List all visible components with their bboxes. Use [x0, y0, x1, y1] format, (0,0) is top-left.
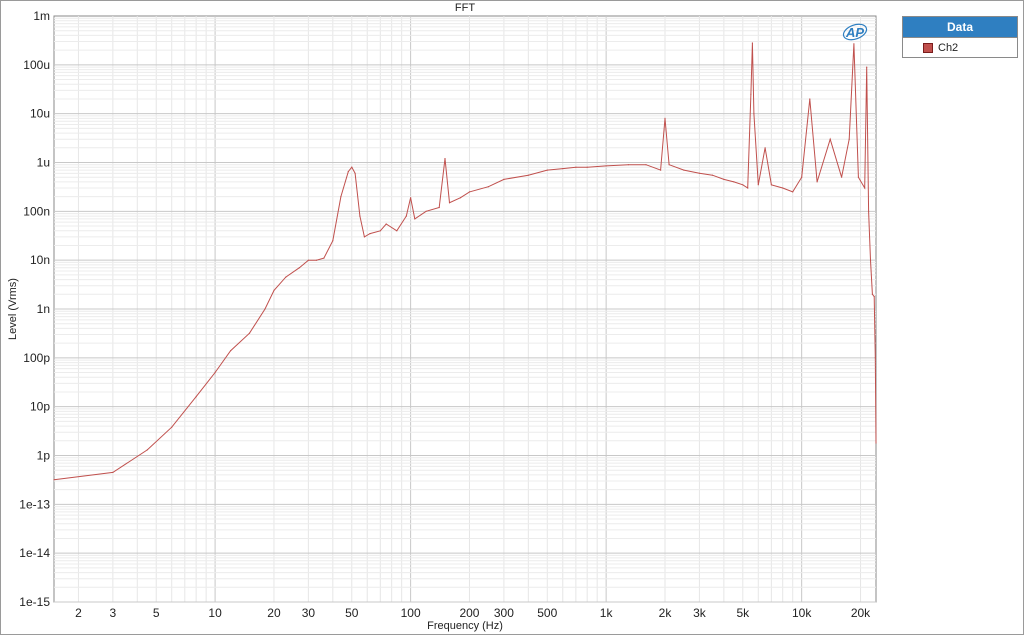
y-tick-label: 1m: [33, 9, 50, 23]
x-tick-label: 50: [345, 606, 359, 620]
x-tick-label: 500: [537, 606, 557, 620]
x-tick-label: 5k: [736, 606, 750, 620]
y-tick-label: 100p: [23, 351, 50, 365]
y-axis-ticks: 1m 100u 10u 1u 100n 10n 1n 100p 10p 1p 1e-13 1e-14 1…: [19, 9, 50, 609]
legend-item-ch2[interactable]: Ch2: [903, 38, 1017, 58]
y-tick-label: 1e-14: [19, 546, 50, 560]
x-tick-label: 5: [153, 606, 160, 620]
x-axis-title: Frequency (Hz): [427, 620, 503, 632]
x-tick-label: 30: [302, 606, 316, 620]
y-tick-label: 100u: [23, 58, 50, 72]
y-tick-label: 10n: [30, 253, 50, 267]
x-tick-label: 3k: [693, 606, 707, 620]
legend: Data Ch2: [902, 16, 1018, 58]
chart-title: FFT: [455, 2, 475, 14]
fft-chart: 1m 100u 10u 1u 100n 10n 1n 100p 10p 1p 1e-13 1e-14 1…: [7, 2, 877, 632]
y-tick-label: 100n: [23, 204, 50, 218]
y-tick-label: 1u: [37, 156, 50, 170]
x-tick-label: 10: [208, 606, 222, 620]
x-tick-label: 20k: [851, 606, 871, 620]
x-tick-label: 300: [494, 606, 514, 620]
y-tick-label: 1n: [37, 302, 50, 316]
x-axis-ticks: 2 3 5 10 20 30 50 100 200 300 500 1k 2k 3k 5k 10k 20k: [75, 606, 871, 620]
x-tick-label: 10k: [792, 606, 812, 620]
legend-label: Ch2: [938, 42, 959, 54]
y-tick-label: 1p: [37, 449, 51, 463]
y-tick-label: 10u: [30, 107, 50, 121]
x-tick-label: 200: [459, 606, 479, 620]
x-tick-label: 2k: [659, 606, 673, 620]
x-tick-label: 100: [401, 606, 421, 620]
legend-swatch: [923, 43, 933, 53]
y-tick-label: 10p: [30, 400, 50, 414]
legend-title: Data: [903, 17, 1017, 38]
y-tick-label: 1e-13: [19, 497, 50, 511]
y-axis-title: Level (Vrms): [7, 278, 19, 340]
x-tick-label: 1k: [600, 606, 614, 620]
x-tick-label: 2: [75, 606, 82, 620]
x-tick-label: 3: [110, 606, 117, 620]
y-tick-label: 1e-15: [19, 595, 50, 609]
x-tick-label: 20: [267, 606, 281, 620]
